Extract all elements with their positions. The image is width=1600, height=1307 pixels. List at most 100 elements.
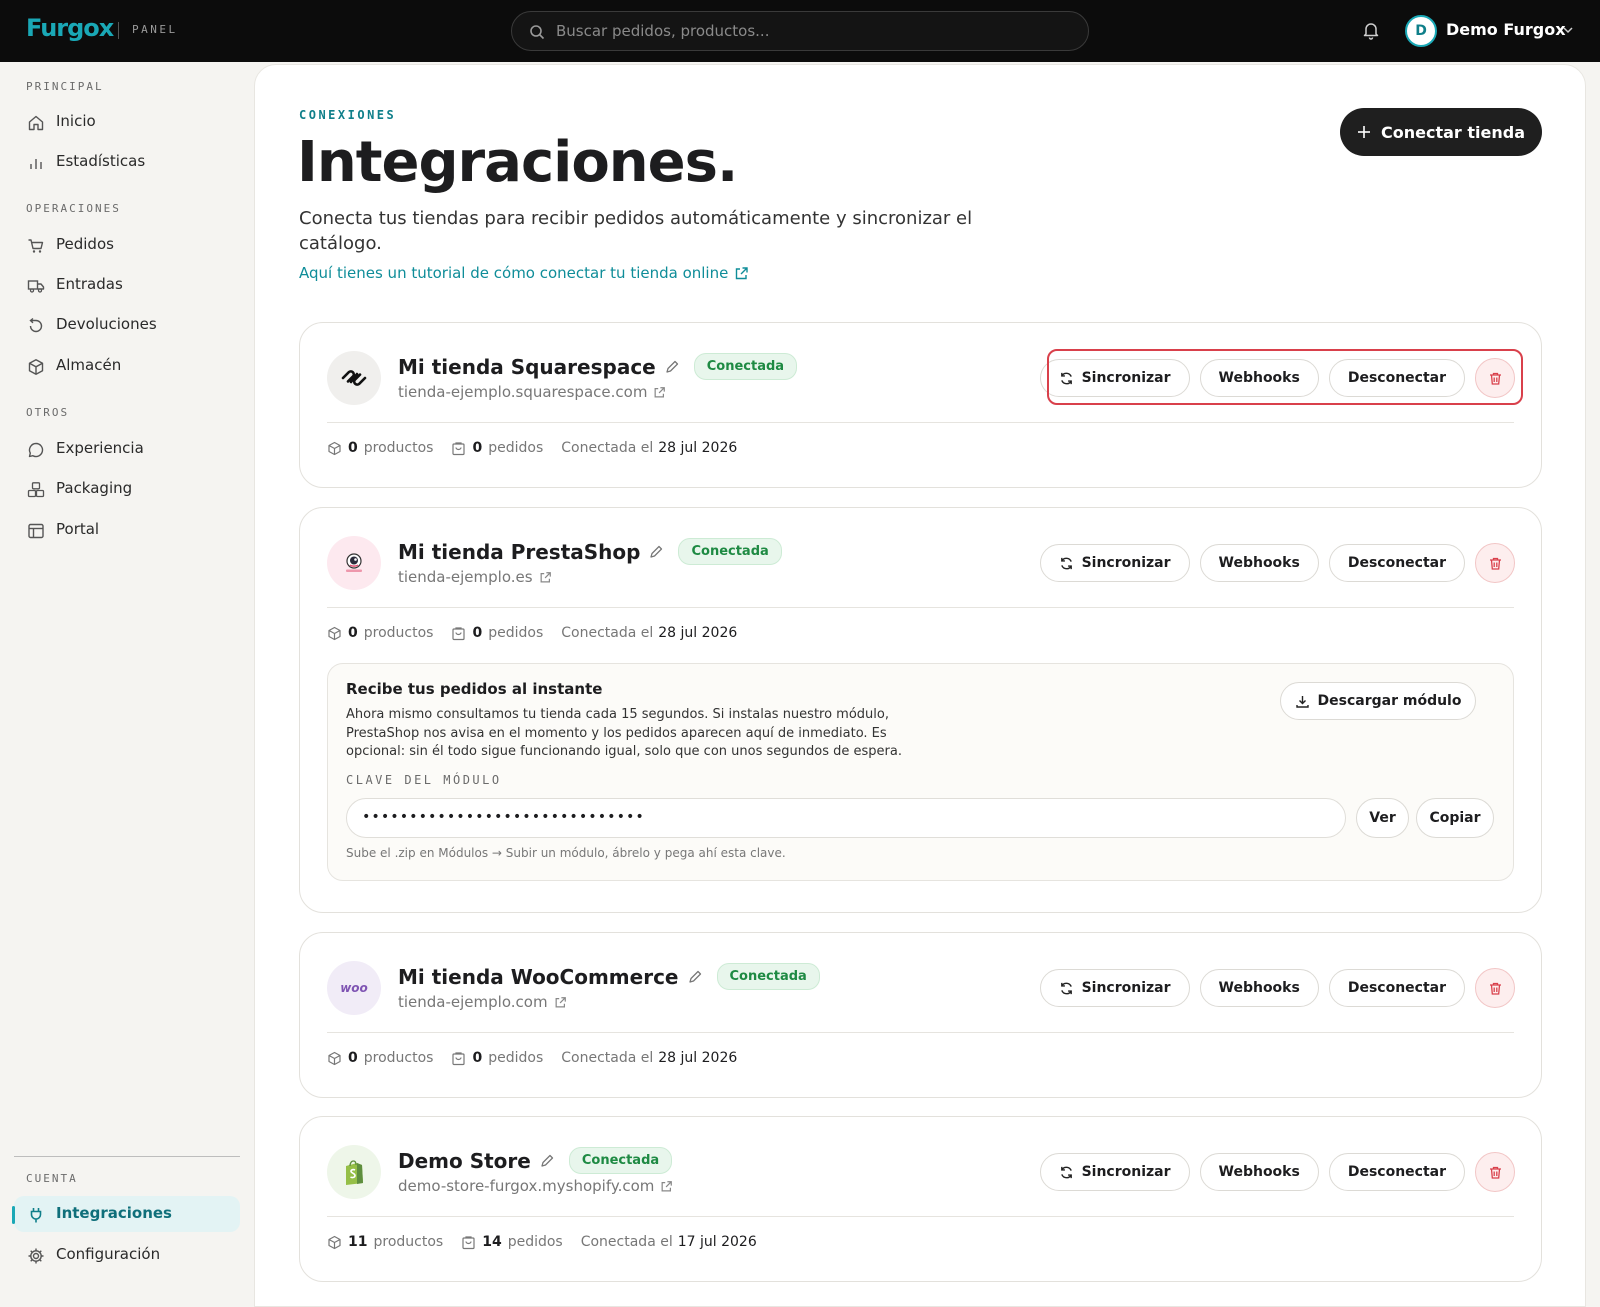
store-url[interactable]: demo-store-furgox.myshopify.com <box>398 1177 673 1195</box>
pencil-icon[interactable] <box>687 969 703 985</box>
bell-icon[interactable] <box>1361 20 1381 40</box>
sync-button[interactable]: Sincronizar <box>1039 969 1190 1007</box>
connected-on-label: Conectada el <box>580 1234 673 1250</box>
return-icon <box>29 317 43 333</box>
user-avatar[interactable]: D <box>1405 15 1437 47</box>
products-label: productos <box>363 440 434 456</box>
orders-label: pedidos <box>488 440 544 456</box>
home-icon <box>28 115 44 131</box>
store-card-shopify: Demo Store Conectada demo-store-furgox.m… <box>299 1116 1542 1282</box>
store-actions: Sincronizar Webhooks Desconectar <box>1039 543 1515 583</box>
module-hint: Sube el .zip en Módulos → Subir un módul… <box>346 846 786 860</box>
store-card-squarespace: Mi tienda Squarespace Conectada tienda-e… <box>299 322 1542 488</box>
webhooks-button[interactable]: Webhooks <box>1199 544 1319 582</box>
store-url[interactable]: tienda-ejemplo.com <box>398 993 567 1011</box>
sidebar-item-entradas[interactable]: Entradas <box>14 267 240 303</box>
copy-key-button[interactable]: Copiar <box>1416 798 1494 838</box>
sidebar-item-estadisticas[interactable]: Estadísticas <box>14 144 240 180</box>
bar-chart-icon <box>30 159 42 169</box>
sidebar-item-devoluciones[interactable]: Devoluciones <box>14 307 240 343</box>
store-actions: Sincronizar Webhooks Desconectar <box>1039 1152 1515 1192</box>
sidebar-item-inicio[interactable]: Inicio <box>14 104 240 140</box>
search-input[interactable] <box>556 12 1076 50</box>
store-stats: 0 productos 0 pedidos Conectada el 28 jul 2… <box>327 440 755 456</box>
pencil-icon[interactable] <box>664 359 680 375</box>
delete-button[interactable] <box>1475 968 1515 1008</box>
sidebar-item-experiencia[interactable]: Experiencia <box>14 431 240 467</box>
delete-button[interactable] <box>1475 1152 1515 1192</box>
store-url[interactable]: tienda-ejemplo.squarespace.com <box>398 383 666 401</box>
products-count: 0 <box>348 625 358 641</box>
box-icon <box>328 626 341 640</box>
disconnect-button[interactable]: Desconectar <box>1328 1153 1465 1191</box>
plus-icon <box>1358 126 1370 138</box>
box-icon <box>328 1051 341 1065</box>
pencil-icon[interactable] <box>539 1153 555 1169</box>
sidebar-item-label: Experiencia <box>56 439 144 457</box>
store-name: Mi tienda WooCommerce Conectada <box>398 963 820 990</box>
brand-logo[interactable]: Furgox <box>26 14 114 42</box>
user-name[interactable]: Demo Furgox <box>1446 20 1566 39</box>
orders-count: 0 <box>472 1050 483 1066</box>
chevron-down-icon[interactable] <box>1561 23 1575 37</box>
box-icon <box>328 441 341 455</box>
disconnect-button[interactable]: Desconectar <box>1328 544 1465 582</box>
sidebar-item-portal[interactable]: Portal <box>14 512 240 548</box>
box-icon <box>328 1235 341 1249</box>
store-name: Mi tienda PrestaShop Conectada <box>398 538 782 565</box>
layout-icon <box>28 523 44 539</box>
status-badge: Conectada <box>678 538 782 565</box>
view-key-button[interactable]: Ver <box>1356 798 1409 838</box>
store-stats: 0 productos 0 pedidos Conectada el 28 jul 2… <box>327 625 755 641</box>
delete-button[interactable] <box>1475 543 1515 583</box>
sync-button[interactable]: Sincronizar <box>1039 1153 1190 1191</box>
sidebar-item-label: Estadísticas <box>56 152 146 170</box>
download-module-button[interactable]: Descargar módulo <box>1280 682 1476 720</box>
sidebar-item-configuracion[interactable]: Configuración <box>14 1237 240 1273</box>
download-icon <box>1295 695 1309 708</box>
sidebar-item-pedidos[interactable]: Pedidos <box>14 227 240 263</box>
sidebar-item-label: Devoluciones <box>56 315 157 333</box>
gear-icon <box>28 1248 44 1264</box>
search-bar[interactable] <box>511 11 1089 51</box>
orders-count: 14 <box>482 1234 502 1250</box>
woo-logo-text: woo <box>340 981 368 995</box>
top-bar: Furgox PANEL D Demo Furgox <box>0 0 1600 62</box>
disconnect-button[interactable]: Desconectar <box>1328 969 1465 1007</box>
card-divider <box>327 1032 1514 1033</box>
sidebar-item-packaging[interactable]: Packaging <box>14 471 240 507</box>
store-stats: 11 productos 14 pedidos Conectada el 17 jul… <box>327 1234 775 1250</box>
connect-store-button[interactable]: Conectar tienda <box>1340 108 1542 156</box>
logo-divider <box>118 22 119 39</box>
module-key-field[interactable]: •••••••••••••••••••••••••••••• <box>346 798 1346 838</box>
chat-icon <box>28 442 44 458</box>
sync-label: Sincronizar <box>1081 980 1171 996</box>
store-url-text: tienda-ejemplo.squarespace.com <box>398 383 648 401</box>
module-key-label: CLAVE DEL MÓDULO <box>346 773 502 787</box>
store-card-prestashop: Mi tienda PrestaShop Conectada tienda-ej… <box>299 507 1542 913</box>
products-count: 0 <box>348 1050 358 1066</box>
external-link-icon <box>654 386 666 397</box>
products-count: 0 <box>348 440 358 456</box>
cart-icon <box>28 239 44 253</box>
webhooks-button[interactable]: Webhooks <box>1199 969 1319 1007</box>
status-badge: Conectada <box>693 353 798 380</box>
sync-button[interactable]: Sincronizar <box>1039 544 1190 582</box>
card-divider <box>327 607 1514 608</box>
bag-icon <box>462 1235 475 1249</box>
external-link-icon <box>555 996 566 1007</box>
sync-label: Sincronizar <box>1081 1164 1171 1180</box>
tutorial-link[interactable]: Aquí tienes un tutorial de cómo conectar… <box>299 264 749 282</box>
store-url[interactable]: tienda-ejemplo.es <box>398 568 552 586</box>
refresh-icon <box>1060 1166 1072 1178</box>
webhooks-button[interactable]: Webhooks <box>1199 1153 1319 1191</box>
search-icon <box>530 25 545 40</box>
sidebar-item-integraciones[interactable]: Integraciones <box>12 1196 240 1232</box>
sidebar-item-almacen[interactable]: Almacén <box>14 348 240 384</box>
products-count: 11 <box>348 1234 368 1250</box>
orders-label: pedidos <box>488 1050 544 1066</box>
tutorial-link-text: Aquí tienes un tutorial de cómo conectar… <box>299 264 729 282</box>
trash-icon <box>1489 557 1501 570</box>
store-stats: 0 productos 0 pedidos Conectada el 28 jul 2… <box>327 1050 755 1066</box>
pencil-icon[interactable] <box>648 544 664 560</box>
